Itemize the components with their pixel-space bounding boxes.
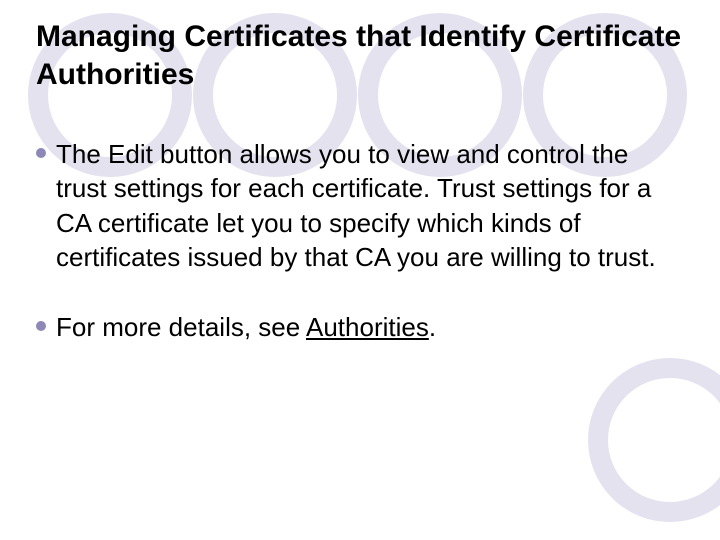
bullet-text-2: For more details, see Authorities. [56, 310, 436, 344]
slide-content: Managing Certificates that Identify Cert… [0, 0, 720, 345]
bullet-trail: . [429, 312, 436, 342]
bullet-lead: For more details, see [56, 312, 306, 342]
bullet-icon [36, 321, 46, 331]
bullet-icon [36, 148, 46, 158]
bullet-text-1: The Edit button allows you to view and c… [56, 137, 684, 274]
slide-title: Managing Certificates that Identify Cert… [36, 18, 684, 93]
list-item: The Edit button allows you to view and c… [36, 137, 684, 274]
authorities-link[interactable]: Authorities [306, 312, 429, 342]
list-item: For more details, see Authorities. [36, 310, 684, 344]
